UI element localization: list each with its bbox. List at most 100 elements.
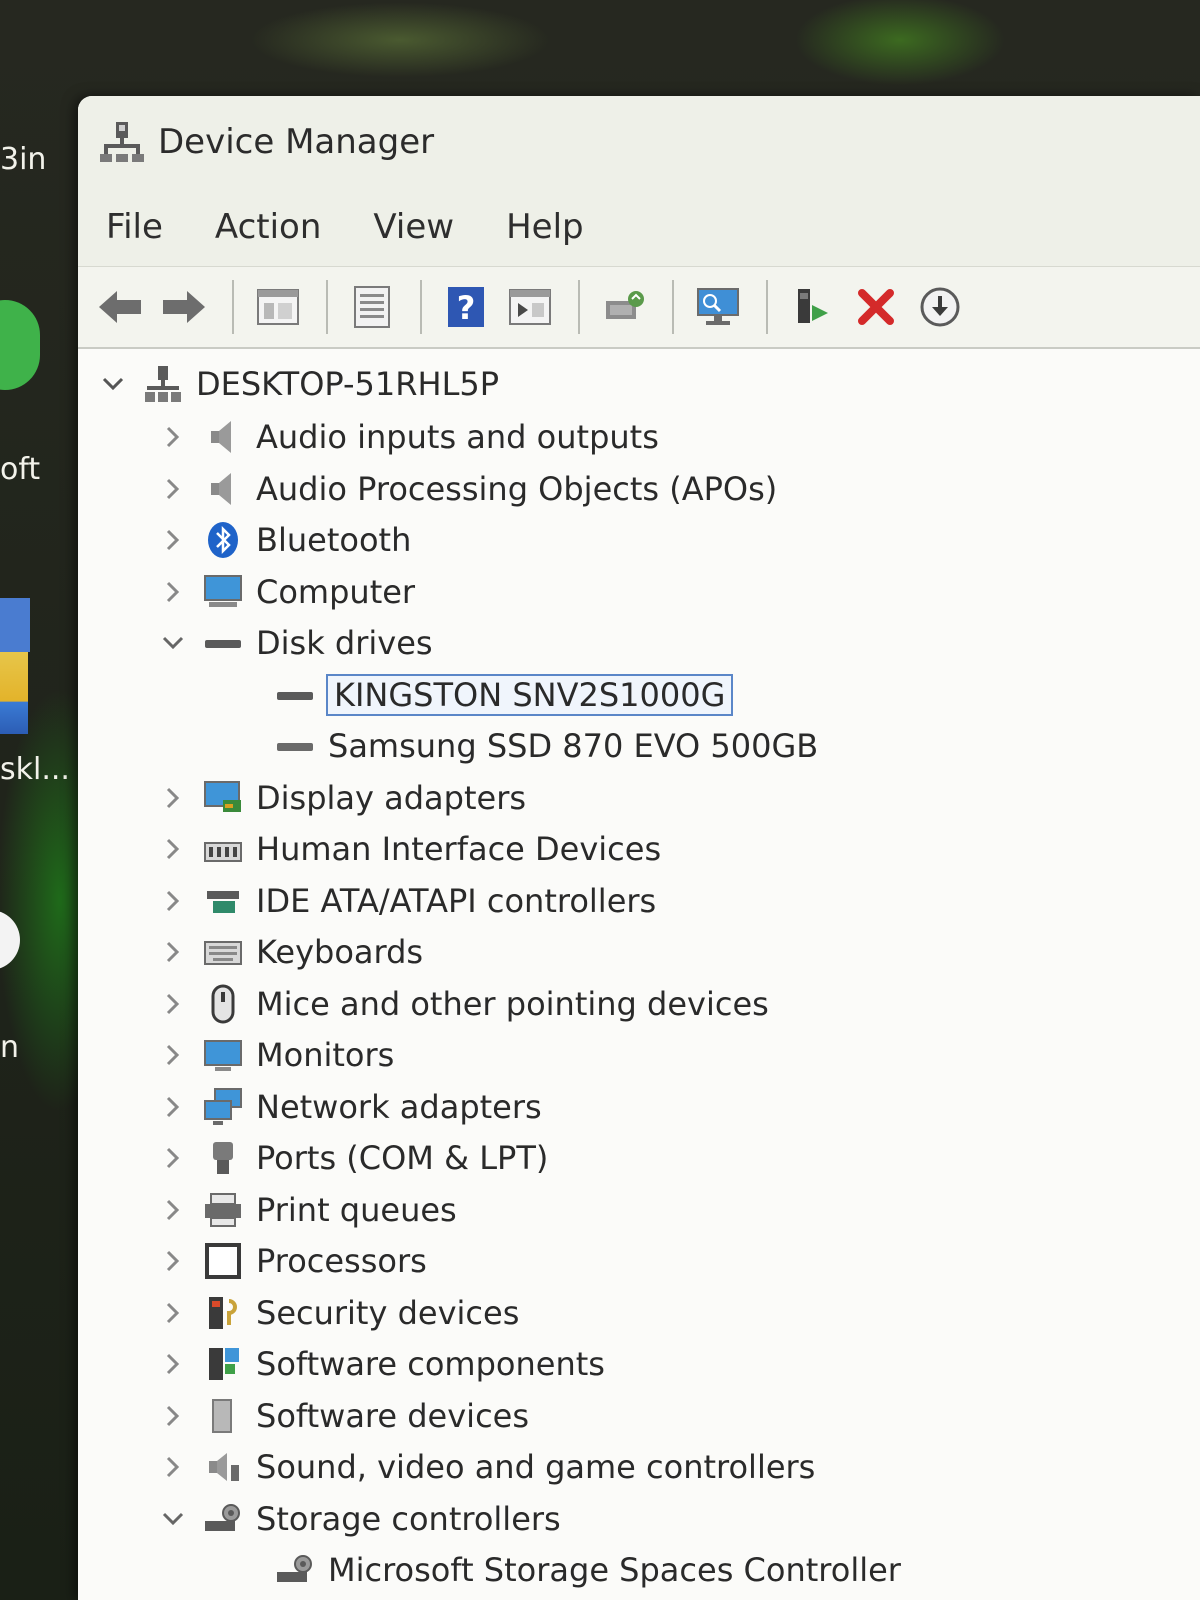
svg-text:?: ? xyxy=(457,289,476,327)
scan-hardware-icon[interactable] xyxy=(688,279,748,335)
chevron-right-icon[interactable] xyxy=(158,515,188,565)
chevron-right-icon[interactable] xyxy=(158,1391,188,1441)
chevron-down-icon[interactable] xyxy=(158,1494,188,1544)
tree-category-item[interactable]: Ports (COM & LPT) xyxy=(158,1133,548,1183)
tree-item-label: Software components xyxy=(256,1345,605,1383)
computer-network-icon xyxy=(142,363,184,405)
menu-view[interactable]: View xyxy=(371,203,456,251)
tree-item-label: Keyboards xyxy=(256,933,424,971)
tree-category-item[interactable]: Computer xyxy=(158,567,415,617)
tree-root-label: DESKTOP-51RHL5P xyxy=(196,365,500,403)
speaker-icon xyxy=(202,468,244,510)
tree-category-item[interactable]: Display adapters xyxy=(158,773,526,823)
chevron-right-icon[interactable] xyxy=(158,1082,188,1132)
menu-action[interactable]: Action xyxy=(213,203,323,251)
tree-category-item[interactable]: Software components xyxy=(158,1339,605,1389)
forward-arrow-icon[interactable] xyxy=(154,279,214,335)
tree-item-label: Print queues xyxy=(256,1190,457,1229)
chevron-right-icon[interactable] xyxy=(158,567,188,617)
run-icon[interactable] xyxy=(500,279,560,335)
tree-device-item[interactable]: Microsoft Storage Spaces Controller xyxy=(260,1545,901,1595)
tree-item-label: IDE ATA/ATAPI controllers xyxy=(256,881,657,920)
port-icon xyxy=(202,1137,244,1179)
toolbar-separator xyxy=(578,280,580,334)
tree-category-item[interactable]: Keyboards xyxy=(158,927,423,977)
tree-category-item[interactable]: Monitors xyxy=(158,1030,394,1080)
printer-icon xyxy=(202,1189,244,1231)
tree-category-item[interactable]: Sound, video and game controllers xyxy=(158,1442,815,1492)
storage-controller-icon xyxy=(202,1498,244,1540)
chevron-down-icon[interactable] xyxy=(158,618,188,668)
chevron-right-icon[interactable] xyxy=(158,1339,188,1389)
desktop-app-icon[interactable] xyxy=(0,652,28,734)
chevron-down-icon[interactable] xyxy=(98,359,128,409)
software-device-icon xyxy=(202,1395,244,1437)
tree-category-item[interactable]: Bluetooth xyxy=(158,515,411,565)
chevron-right-icon[interactable] xyxy=(158,1442,188,1492)
desktop-app-icon[interactable] xyxy=(0,598,30,652)
tree-root[interactable]: DESKTOP-51RHL5P xyxy=(98,359,499,409)
chevron-right-icon[interactable] xyxy=(158,1133,188,1183)
toolbar-separator xyxy=(766,280,768,334)
show-hide-tree-icon[interactable] xyxy=(248,279,308,335)
title-bar[interactable]: Device Manager xyxy=(78,96,1200,188)
chevron-right-icon[interactable] xyxy=(158,1030,188,1080)
network-adapter-icon xyxy=(202,1086,244,1128)
chevron-right-icon[interactable] xyxy=(158,1236,188,1286)
keyboard-icon xyxy=(202,931,244,973)
tree-category-item[interactable]: Processors xyxy=(158,1236,427,1286)
tree-category-item[interactable]: Print queues xyxy=(158,1185,457,1235)
add-legacy-icon[interactable] xyxy=(782,279,842,335)
ide-controller-icon xyxy=(202,880,244,922)
chevron-right-icon[interactable] xyxy=(158,927,188,977)
hid-icon xyxy=(202,828,244,870)
chevron-right-icon[interactable] xyxy=(158,824,188,874)
tree-item-label: Bluetooth xyxy=(256,521,412,559)
tree-category-item[interactable]: IDE ATA/ATAPI controllers xyxy=(158,876,656,926)
bluetooth-icon xyxy=(202,519,244,561)
chevron-right-icon[interactable] xyxy=(158,876,188,926)
menu-help[interactable]: Help xyxy=(504,203,586,251)
tree-category-item[interactable]: Storage controllers xyxy=(158,1494,561,1544)
uninstall-icon[interactable] xyxy=(846,279,906,335)
tree-item-label: Mice and other pointing devices xyxy=(256,984,769,1023)
properties-icon[interactable] xyxy=(342,279,402,335)
tree-item-label: Monitors xyxy=(256,1036,395,1074)
disk-drive-icon xyxy=(274,674,316,716)
desktop-label: 3in xyxy=(0,142,47,177)
tree-category-item[interactable]: Human Interface Devices xyxy=(158,824,661,874)
help-icon[interactable]: ? xyxy=(436,279,496,335)
toolbar-separator xyxy=(326,280,328,334)
mouse-icon xyxy=(202,983,244,1025)
chevron-right-icon[interactable] xyxy=(158,1185,188,1235)
tree-device-item[interactable]: Samsung SSD 870 EVO 500GB xyxy=(260,721,818,771)
desktop-label: n xyxy=(0,1030,20,1065)
update-driver-icon[interactable] xyxy=(594,279,654,335)
back-arrow-icon[interactable] xyxy=(90,279,150,335)
chevron-right-icon[interactable] xyxy=(158,412,188,462)
device-tree: DESKTOP-51RHL5P Audio inputs and outputs… xyxy=(78,349,1200,1600)
tree-device-item[interactable]: KINGSTON SNV2S1000G xyxy=(260,670,734,720)
sound-controller-icon xyxy=(202,1446,244,1488)
toolbar-separator xyxy=(232,280,234,334)
tree-item-label: Computer xyxy=(256,572,416,611)
chevron-right-icon[interactable] xyxy=(158,773,188,823)
chevron-right-icon[interactable] xyxy=(158,1288,188,1338)
tree-item-label: Samsung SSD 870 EVO 500GB xyxy=(328,727,819,765)
disk-drive-icon xyxy=(274,725,316,767)
tree-category-item[interactable]: Audio Processing Objects (APOs) xyxy=(158,464,777,514)
tree-category-item[interactable]: Software devices xyxy=(158,1391,529,1441)
chevron-right-icon[interactable] xyxy=(158,979,188,1029)
tree-category-item[interactable]: Mice and other pointing devices xyxy=(158,979,769,1029)
tree-item-label: Human Interface Devices xyxy=(256,830,662,868)
tree-category-item[interactable]: Disk drives xyxy=(158,618,433,668)
download-icon[interactable] xyxy=(910,279,970,335)
tree-category-item[interactable]: Audio inputs and outputs xyxy=(158,412,659,462)
menu-file[interactable]: File xyxy=(104,203,165,251)
chevron-right-icon[interactable] xyxy=(158,464,188,514)
tree-category-item[interactable]: Security devices xyxy=(158,1288,519,1338)
tree-item-label: Audio Processing Objects (APOs) xyxy=(256,469,778,508)
tree-category-item[interactable]: Network adapters xyxy=(158,1082,542,1132)
tree-item-label: Network adapters xyxy=(256,1087,542,1126)
toolbar-separator xyxy=(420,280,422,334)
